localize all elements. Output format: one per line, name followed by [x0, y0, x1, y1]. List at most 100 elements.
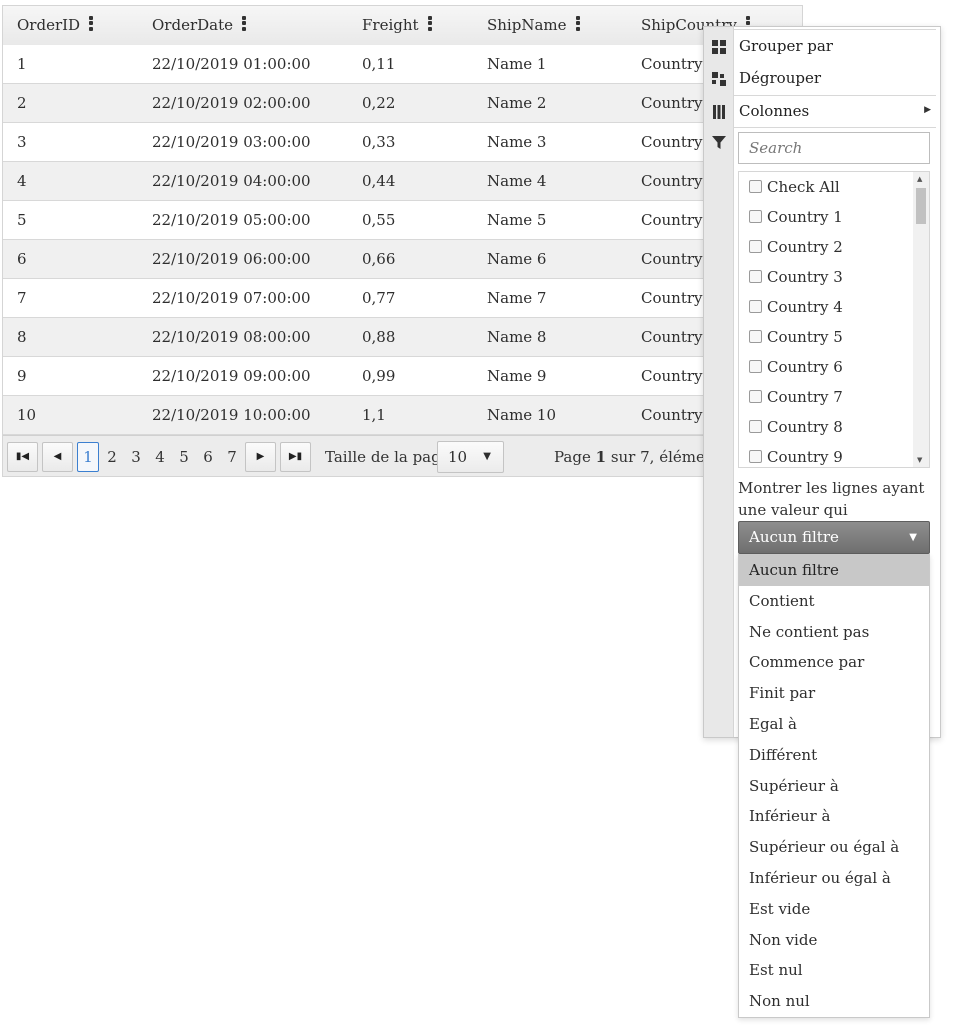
cell-shipname: Name 4 [487, 172, 547, 190]
scrollbar[interactable]: ▲ ▼ [913, 172, 929, 467]
filter-option[interactable]: Est nul [739, 955, 929, 986]
cell-orderid: 3 [17, 133, 27, 151]
menu-item-group-by[interactable]: Grouper par [739, 31, 833, 61]
checklist-item[interactable]: Country 3 [749, 262, 843, 292]
menu-item-ungroup[interactable]: Dégrouper [739, 63, 821, 93]
cell-orderdate: 22/10/2019 08:00:00 [152, 328, 311, 346]
checkbox[interactable] [749, 329, 762, 343]
filter-option[interactable]: Commence par [739, 647, 929, 678]
filter-option[interactable]: Est vide [739, 894, 929, 925]
header-freight[interactable]: Freight [362, 6, 432, 45]
last-page-icon[interactable]: ▶▮ [280, 442, 311, 472]
cell-shipname: Name 1 [487, 55, 547, 73]
search-input[interactable]: Search [738, 132, 930, 164]
cell-orderdate: 22/10/2019 05:00:00 [152, 211, 311, 229]
table-row[interactable]: 8 22/10/2019 08:00:00 0,88 Name 8 Country 8 [3, 318, 802, 357]
checkbox[interactable] [749, 389, 762, 403]
checkbox[interactable] [749, 269, 762, 283]
next-page-icon[interactable]: ▶ [245, 442, 276, 472]
table-row[interactable]: 3 22/10/2019 03:00:00 0,33 Name 3 Country 3 [3, 123, 802, 162]
page-number[interactable]: 4 [149, 442, 171, 472]
header-orderid[interactable]: OrderID [17, 6, 94, 45]
checklist-item[interactable]: Country 9 [749, 442, 843, 467]
cell-orderid: 9 [17, 367, 27, 385]
cell-orderid: 2 [17, 94, 27, 112]
filter-option[interactable]: Différent [739, 740, 929, 771]
cell-orderid: 6 [17, 250, 27, 268]
header-shipname[interactable]: ShipName [487, 6, 580, 45]
filter-option[interactable]: Finit par [739, 678, 929, 709]
page-number[interactable]: 7 [221, 442, 243, 472]
checkbox[interactable] [749, 239, 762, 253]
chevron-down-icon: ▼ [483, 451, 491, 462]
checkbox[interactable] [749, 359, 762, 373]
cell-orderdate: 22/10/2019 02:00:00 [152, 94, 311, 112]
page-number[interactable]: 6 [197, 442, 219, 472]
page-number[interactable]: 3 [125, 442, 147, 472]
scroll-down-icon[interactable]: ▼ [917, 456, 922, 464]
cell-shipname: Name 3 [487, 133, 547, 151]
scroll-up-icon[interactable]: ▲ [917, 175, 922, 183]
checkbox[interactable] [749, 419, 762, 433]
cell-freight: 0,99 [362, 367, 396, 385]
checkbox[interactable] [749, 449, 762, 463]
checkbox[interactable] [749, 209, 762, 223]
filter-operator-select[interactable]: Aucun filtre ▼ [738, 521, 930, 554]
filter-option[interactable]: Ne contient pas [739, 617, 929, 648]
cell-shipname: Name 2 [487, 94, 547, 112]
column-menu-icon[interactable] [89, 15, 94, 33]
filter-option[interactable]: Aucun filtre [739, 555, 929, 586]
filter-option[interactable]: Supérieur ou égal à [739, 832, 929, 863]
filter-option[interactable]: Supérieur à [739, 771, 929, 802]
filter-checklist: Check All Country 1 Country 2 Country 3 Cou… [738, 171, 930, 468]
checklist-item[interactable]: Country 6 [749, 352, 843, 382]
filter-option[interactable]: Non nul [739, 986, 929, 1017]
column-menu-icon[interactable] [575, 15, 580, 33]
checklist-item[interactable]: Country 8 [749, 412, 843, 442]
cell-orderid: 7 [17, 289, 27, 307]
table-row[interactable]: 4 22/10/2019 04:00:00 0,44 Name 4 Country 4 [3, 162, 802, 201]
table-row[interactable]: 7 22/10/2019 07:00:00 0,77 Name 7 Country 7 [3, 279, 802, 318]
scroll-thumb[interactable] [916, 188, 926, 224]
filter-option[interactable]: Egal à [739, 709, 929, 740]
column-menu-icon[interactable] [427, 15, 432, 33]
header-orderdate[interactable]: OrderDate [152, 6, 246, 45]
table-row[interactable]: 5 22/10/2019 05:00:00 0,55 Name 5 Country 5 [3, 201, 802, 240]
filter-option[interactable]: Contient [739, 586, 929, 617]
table-row[interactable]: 9 22/10/2019 09:00:00 0,99 Name 9 Country 9 [3, 357, 802, 396]
checklist-item[interactable]: Country 2 [749, 232, 843, 262]
checklist-item[interactable]: Country 1 [749, 202, 843, 232]
cell-shipname: Name 8 [487, 328, 547, 346]
page-number[interactable]: 2 [101, 442, 123, 472]
icon-strip [704, 27, 734, 737]
checklist-item[interactable]: Country 7 [749, 382, 843, 412]
checkbox[interactable] [749, 179, 762, 193]
column-menu-icon[interactable] [242, 15, 246, 33]
prev-page-icon[interactable]: ◀ [42, 442, 73, 472]
chevron-right-icon: ▶ [924, 105, 931, 115]
checklist-item[interactable]: Country 5 [749, 322, 843, 352]
cell-freight: 0,11 [362, 55, 396, 73]
table-row[interactable]: 10 22/10/2019 10:00:00 1,1 Name 10 Country 1 [3, 396, 802, 435]
page-size-select[interactable]: 10 ▼ [437, 441, 504, 473]
checklist-item[interactable]: Country 4 [749, 292, 843, 322]
cell-orderdate: 22/10/2019 03:00:00 [152, 133, 311, 151]
page-number[interactable]: 1 [77, 442, 99, 472]
menu-item-columns[interactable]: Colonnes [739, 96, 809, 126]
cell-shipname: Name 10 [487, 406, 557, 424]
checkbox[interactable] [749, 299, 762, 313]
page-number[interactable]: 5 [173, 442, 195, 472]
cell-freight: 0,77 [362, 289, 396, 307]
filter-option[interactable]: Inférieur ou égal à [739, 863, 929, 894]
table-row[interactable]: 2 22/10/2019 02:00:00 0,22 Name 2 Country 2 [3, 84, 802, 123]
table-row[interactable]: 6 22/10/2019 06:00:00 0,66 Name 6 Country 6 [3, 240, 802, 279]
first-page-icon[interactable]: ▮◀ [7, 442, 38, 472]
cell-orderdate: 22/10/2019 10:00:00 [152, 406, 311, 424]
table-row[interactable]: 1 22/10/2019 01:00:00 0,11 Name 1 Country 1 [3, 45, 802, 84]
filter-option[interactable]: Non vide [739, 925, 929, 956]
group-icon [712, 40, 726, 54]
chevron-down-icon: ▼ [909, 532, 917, 543]
cell-freight: 0,88 [362, 328, 396, 346]
filter-option[interactable]: Inférieur à [739, 801, 929, 832]
check-all-item[interactable]: Check All [749, 172, 840, 202]
